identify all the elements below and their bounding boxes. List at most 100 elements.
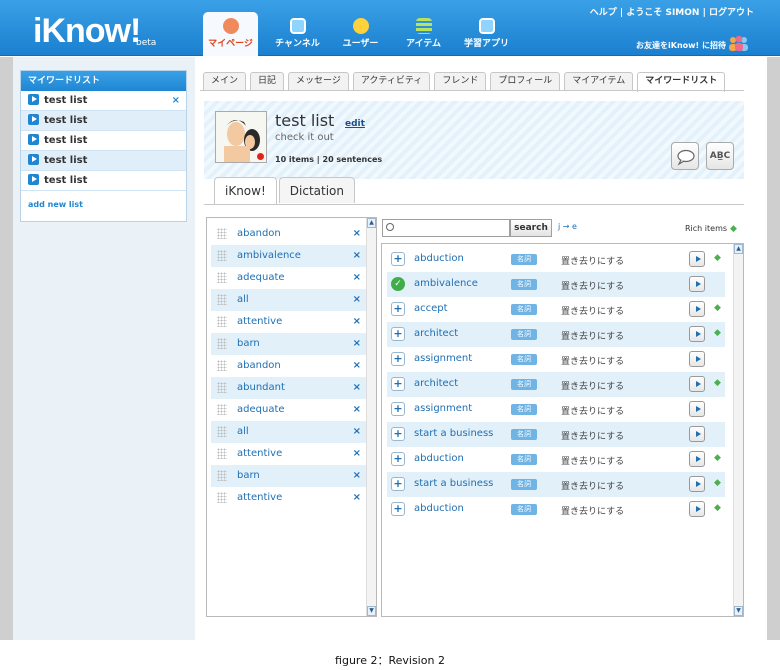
- table-row[interactable]: + abduction 名詞 置き去りにする ◆: [387, 497, 725, 522]
- drag-handle-icon[interactable]: [217, 382, 227, 393]
- table-row[interactable]: + architect 名詞 置き去りにする ◆: [387, 322, 725, 347]
- add-item-button[interactable]: +: [391, 327, 405, 341]
- add-item-button[interactable]: +: [391, 502, 405, 516]
- remove-word-icon[interactable]: ×: [353, 443, 361, 465]
- remove-word-icon[interactable]: ×: [353, 487, 361, 509]
- add-item-button[interactable]: +: [391, 477, 405, 491]
- remove-word-icon[interactable]: ×: [353, 289, 361, 311]
- top-links[interactable]: ヘルプ | ようこそ SIMON | ログアウト: [590, 5, 754, 18]
- drag-handle-icon[interactable]: [217, 250, 227, 261]
- table-row[interactable]: + start a business 名詞 置き去りにする: [387, 422, 725, 447]
- drag-handle-icon[interactable]: [217, 426, 227, 437]
- play-audio-button[interactable]: [689, 476, 705, 492]
- table-row[interactable]: + accept 名詞 置き去りにする ◆: [387, 297, 725, 322]
- edit-link[interactable]: edit: [345, 119, 365, 129]
- drag-handle-icon[interactable]: [217, 492, 227, 503]
- list-item[interactable]: attentive ×: [211, 443, 367, 465]
- sidebar-list-item[interactable]: test list: [21, 131, 186, 151]
- list-item[interactable]: adequate ×: [211, 267, 367, 289]
- language-toggle[interactable]: j → e: [558, 222, 577, 231]
- list-item[interactable]: barn ×: [211, 465, 367, 487]
- item-list-scrollbar[interactable]: ▲ ▼: [733, 244, 743, 616]
- play-audio-button[interactable]: [689, 376, 705, 392]
- list-item[interactable]: barn ×: [211, 333, 367, 355]
- list-item[interactable]: abandon ×: [211, 223, 367, 245]
- search-button[interactable]: search: [510, 219, 552, 237]
- play-audio-button[interactable]: [689, 426, 705, 442]
- list-item[interactable]: attentive ×: [211, 311, 367, 333]
- tab-dictation[interactable]: Dictation: [278, 177, 355, 203]
- add-item-button[interactable]: +: [391, 377, 405, 391]
- tab-activity[interactable]: アクティビティ: [352, 72, 431, 90]
- drag-handle-icon[interactable]: [217, 360, 227, 371]
- speech-bubble-button[interactable]: [671, 142, 699, 170]
- word-list-scrollbar[interactable]: ▲ ▼: [366, 218, 376, 616]
- remove-word-icon[interactable]: ×: [353, 465, 361, 487]
- table-row[interactable]: + assignment 名詞 置き去りにする: [387, 397, 725, 422]
- rich-items-filter[interactable]: Rich items ◆: [685, 224, 737, 234]
- table-row[interactable]: + start a business 名詞 置き去りにする ◆: [387, 472, 725, 497]
- remove-word-icon[interactable]: ×: [353, 245, 361, 267]
- add-item-button[interactable]: +: [391, 352, 405, 366]
- invite-friends-icon[interactable]: [728, 34, 750, 52]
- spelling-button[interactable]: AB̲C: [706, 142, 734, 170]
- sidebar-list-item[interactable]: test list: [21, 151, 186, 171]
- remove-word-icon[interactable]: ×: [353, 267, 361, 289]
- tab-main[interactable]: メイン: [203, 72, 247, 90]
- list-item[interactable]: ambivalence ×: [211, 245, 367, 267]
- sidebar-list-item[interactable]: test list: [21, 171, 186, 191]
- drag-handle-icon[interactable]: [217, 338, 227, 349]
- drag-handle-icon[interactable]: [217, 448, 227, 459]
- add-item-button[interactable]: +: [391, 302, 405, 316]
- table-row[interactable]: ✓ ambivalence 名詞 置き去りにする: [387, 272, 725, 297]
- add-item-button[interactable]: +: [391, 427, 405, 441]
- play-audio-button[interactable]: [689, 401, 705, 417]
- play-audio-button[interactable]: [689, 351, 705, 367]
- drag-handle-icon[interactable]: [217, 272, 227, 283]
- remove-word-icon[interactable]: ×: [353, 223, 361, 245]
- list-item[interactable]: abandon ×: [211, 355, 367, 377]
- play-audio-button[interactable]: [689, 251, 705, 267]
- drag-handle-icon[interactable]: [217, 294, 227, 305]
- drag-handle-icon[interactable]: [217, 316, 227, 327]
- table-row[interactable]: + assignment 名詞 置き去りにする: [387, 347, 725, 372]
- tab-my-wordlist[interactable]: マイワードリスト: [637, 72, 726, 92]
- table-row[interactable]: + abduction 名詞 置き去りにする ◆: [387, 447, 725, 472]
- table-row[interactable]: + architect 名詞 置き去りにする ◆: [387, 372, 725, 397]
- table-row[interactable]: + abduction 名詞 置き去りにする ◆: [387, 247, 725, 272]
- remove-word-icon[interactable]: ×: [353, 399, 361, 421]
- remove-word-icon[interactable]: ×: [353, 333, 361, 355]
- play-audio-button[interactable]: [689, 276, 705, 292]
- logo[interactable]: iKnow!: [33, 14, 141, 48]
- drag-handle-icon[interactable]: [217, 470, 227, 481]
- remove-word-icon[interactable]: ×: [353, 421, 361, 443]
- add-item-button[interactable]: +: [391, 402, 405, 416]
- play-audio-button[interactable]: [689, 451, 705, 467]
- invite-link[interactable]: お友達をiKnow! に招待: [636, 40, 726, 51]
- tab-diary[interactable]: 日記: [250, 72, 285, 90]
- remove-word-icon[interactable]: ×: [353, 355, 361, 377]
- sidebar-list-item[interactable]: test list ×: [21, 91, 186, 111]
- play-audio-button[interactable]: [689, 501, 705, 517]
- nav-items[interactable]: アイテム: [392, 12, 455, 56]
- play-audio-button[interactable]: [689, 301, 705, 317]
- remove-word-icon[interactable]: ×: [353, 377, 361, 399]
- tab-messages[interactable]: メッセージ: [288, 72, 349, 90]
- remove-word-icon[interactable]: ×: [353, 311, 361, 333]
- scroll-up-icon[interactable]: ▲: [734, 244, 743, 254]
- search-input[interactable]: [397, 221, 507, 235]
- list-item[interactable]: attentive ×: [211, 487, 367, 509]
- scroll-up-icon[interactable]: ▲: [367, 218, 376, 228]
- drag-handle-icon[interactable]: [217, 228, 227, 239]
- add-item-button[interactable]: +: [391, 252, 405, 266]
- nav-mypage[interactable]: マイページ: [203, 12, 258, 56]
- tab-friends[interactable]: フレンド: [434, 72, 487, 90]
- nav-channel[interactable]: チャンネル: [266, 12, 329, 56]
- list-item[interactable]: all ×: [211, 421, 367, 443]
- remove-list-icon[interactable]: ×: [172, 91, 180, 111]
- tab-iknow[interactable]: iKnow!: [214, 177, 277, 205]
- sidebar-list-item[interactable]: test list: [21, 111, 186, 131]
- drag-handle-icon[interactable]: [217, 404, 227, 415]
- add-new-list-link[interactable]: add new list: [28, 200, 186, 209]
- play-audio-button[interactable]: [689, 326, 705, 342]
